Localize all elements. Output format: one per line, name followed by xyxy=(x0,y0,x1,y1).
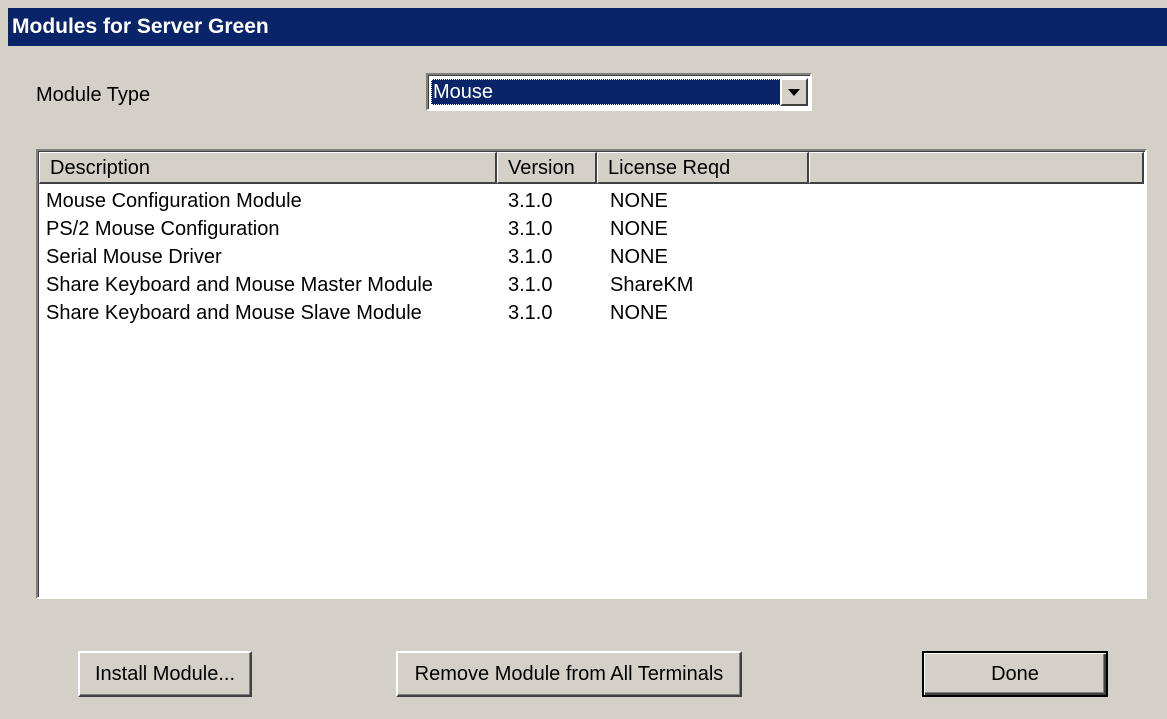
cell-license: NONE xyxy=(610,218,668,240)
list-rows: Mouse Configuration Module 3.1.0 NONE PS… xyxy=(46,187,1145,327)
cell-license: NONE xyxy=(610,246,668,268)
table-row[interactable]: Mouse Configuration Module 3.1.0 NONE xyxy=(46,187,1145,215)
remove-module-button[interactable]: Remove Module from All Terminals xyxy=(396,651,742,697)
column-header-license[interactable]: License Reqd xyxy=(597,152,809,184)
cell-version: 3.1.0 xyxy=(508,246,553,268)
column-header-empty xyxy=(809,152,1144,184)
cell-license: ShareKM xyxy=(610,274,694,296)
done-button[interactable]: Done xyxy=(922,651,1108,697)
cell-description: Share Keyboard and Mouse Master Module xyxy=(46,274,433,296)
table-row[interactable]: Share Keyboard and Mouse Slave Module 3.… xyxy=(46,299,1145,327)
cell-version: 3.1.0 xyxy=(508,190,553,212)
cell-license: NONE xyxy=(610,302,668,324)
table-row[interactable]: PS/2 Mouse Configuration 3.1.0 NONE xyxy=(46,215,1145,243)
table-row[interactable]: Share Keyboard and Mouse Master Module 3… xyxy=(46,271,1145,299)
cell-description: Share Keyboard and Mouse Slave Module xyxy=(46,302,422,324)
module-type-select[interactable]: Mouse xyxy=(426,73,812,111)
cell-description: Serial Mouse Driver xyxy=(46,246,222,268)
chevron-down-icon xyxy=(788,88,800,96)
install-module-button[interactable]: Install Module... xyxy=(78,651,252,697)
column-header-description[interactable]: Description xyxy=(39,152,497,184)
window-title: Modules for Server Green xyxy=(12,15,269,38)
list-header: Description Version License Reqd xyxy=(39,152,1144,184)
module-type-selected-value: Mouse xyxy=(431,79,781,105)
column-header-version[interactable]: Version xyxy=(497,152,597,184)
cell-description: Mouse Configuration Module xyxy=(46,190,302,212)
table-row[interactable]: Serial Mouse Driver 3.1.0 NONE xyxy=(46,243,1145,271)
module-type-dropdown-button[interactable] xyxy=(780,78,808,106)
module-type-label: Module Type xyxy=(36,84,151,106)
cell-license: NONE xyxy=(610,190,668,212)
cell-version: 3.1.0 xyxy=(508,274,553,296)
cell-description: PS/2 Mouse Configuration xyxy=(46,218,280,240)
cell-version: 3.1.0 xyxy=(508,302,553,324)
modules-list[interactable]: Description Version License Reqd Mouse C… xyxy=(36,149,1147,599)
cell-version: 3.1.0 xyxy=(508,218,553,240)
window-title-bar[interactable]: Modules for Server Green xyxy=(8,8,1167,46)
